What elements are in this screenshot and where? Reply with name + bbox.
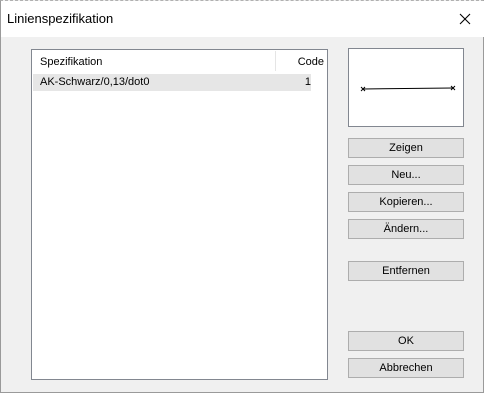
column-header-code[interactable]: Code xyxy=(276,56,332,68)
specification-list[interactable]: Spezifikation Code AK-Schwarz/0,13/dot0 … xyxy=(31,49,328,380)
title-bar: Linienspezifikation xyxy=(1,1,485,37)
kopieren-button[interactable]: Kopieren... xyxy=(348,192,464,212)
line-preview-graphic xyxy=(360,85,456,92)
column-header-spezifikation[interactable]: Spezifikation xyxy=(40,56,102,68)
row-spezifikation-cell: AK-Schwarz/0,13/dot0 xyxy=(40,76,150,88)
window-title: Linienspezifikation xyxy=(7,11,114,26)
close-button[interactable] xyxy=(445,1,485,37)
table-row[interactable]: AK-Schwarz/0,13/dot0 1 xyxy=(33,74,311,91)
row-code-cell: 1 xyxy=(304,76,311,88)
zeigen-button[interactable]: Zeigen xyxy=(348,138,464,158)
abbrechen-button[interactable]: Abbrechen xyxy=(348,358,464,378)
neu-button[interactable]: Neu... xyxy=(348,165,464,185)
entfernen-button[interactable]: Entfernen xyxy=(348,261,464,281)
line-preview xyxy=(348,48,464,127)
list-header: Spezifikation Code xyxy=(32,50,327,72)
aendern-button[interactable]: Ändern... xyxy=(348,219,464,239)
close-icon xyxy=(459,13,471,25)
line-specification-dialog: Linienspezifikation Spezifikation Code A… xyxy=(0,0,485,393)
ok-button[interactable]: OK xyxy=(348,331,464,351)
